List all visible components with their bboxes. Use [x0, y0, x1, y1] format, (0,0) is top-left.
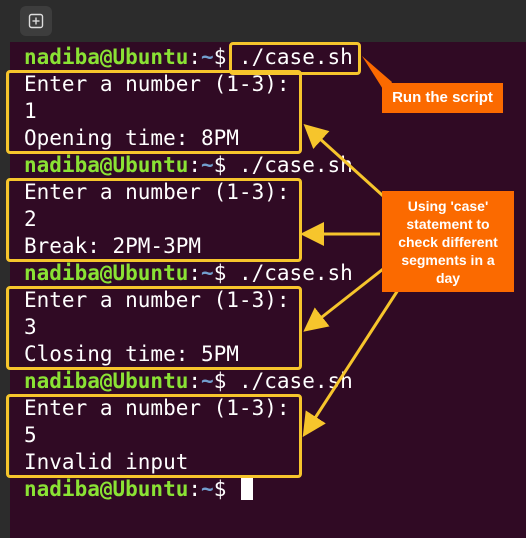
arrow-to-output-4 [302, 289, 400, 438]
arrow-to-output-1 [303, 123, 394, 206]
case-statement-callout: Using 'case' statement to check differen… [382, 191, 514, 292]
terminal-window: nadiba@Ubuntu:~$ ./case.sh Enter a numbe… [0, 0, 526, 538]
run-script-callout: Run the script [382, 83, 503, 113]
